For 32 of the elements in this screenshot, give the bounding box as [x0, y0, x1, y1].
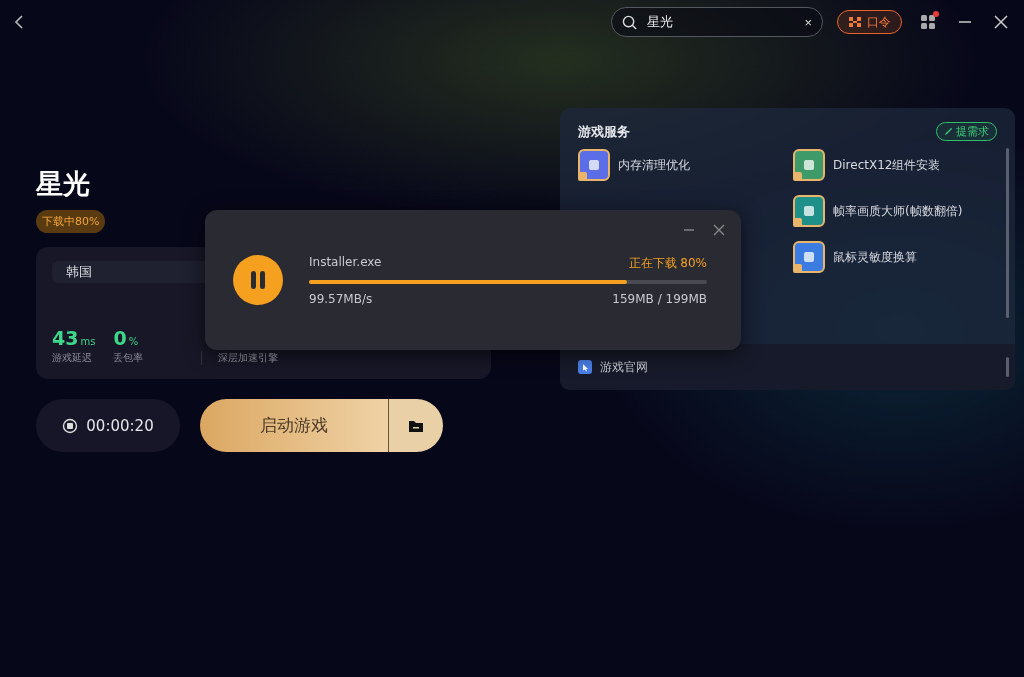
- website-icon: [578, 360, 592, 374]
- timer-button[interactable]: 00:00:20: [36, 399, 180, 452]
- folder-button[interactable]: [389, 399, 443, 452]
- command-button[interactable]: 口令: [837, 10, 902, 34]
- stop-icon: [62, 417, 79, 434]
- stat-label: 丢包率: [113, 351, 144, 365]
- panel-title: 游戏服务: [578, 122, 630, 141]
- folder-icon: [408, 418, 424, 433]
- stat-label: 游戏延迟: [52, 351, 93, 365]
- file-name: Installer.exe: [309, 254, 382, 271]
- service-item[interactable]: 内存清理优化: [578, 149, 793, 181]
- service-item[interactable]: DirectX12组件安装: [793, 149, 993, 181]
- status-badge: 下载中80%: [36, 210, 106, 233]
- download-speed: 99.57MB/s: [309, 291, 373, 306]
- request-button[interactable]: 提需求: [936, 122, 997, 141]
- stat-value: 43 ms: [52, 327, 96, 349]
- download-size: 159MB / 199MB: [612, 291, 707, 306]
- search-field[interactable]: 星光 ×: [611, 7, 823, 37]
- pause-icon: [249, 270, 267, 290]
- download-status: 正在下载 80%: [628, 254, 707, 272]
- search-icon: [622, 14, 637, 30]
- clear-button[interactable]: ×: [804, 14, 812, 30]
- service-item[interactable]: 鼠标灵敏度换算: [793, 241, 993, 273]
- grid-logo-icon: [848, 16, 862, 28]
- website-link[interactable]: 游戏官网: [600, 358, 648, 376]
- pause-button[interactable]: [233, 255, 283, 305]
- stat-value: 0%: [113, 327, 140, 349]
- engine-label: 深层加速引擎: [201, 351, 279, 365]
- pencil-icon: [944, 127, 953, 136]
- service-item[interactable]: 帧率画质大师(帧数翻倍): [793, 195, 993, 227]
- game-title: 星光: [36, 167, 91, 201]
- launch-button[interactable]: 启动游戏: [200, 399, 389, 452]
